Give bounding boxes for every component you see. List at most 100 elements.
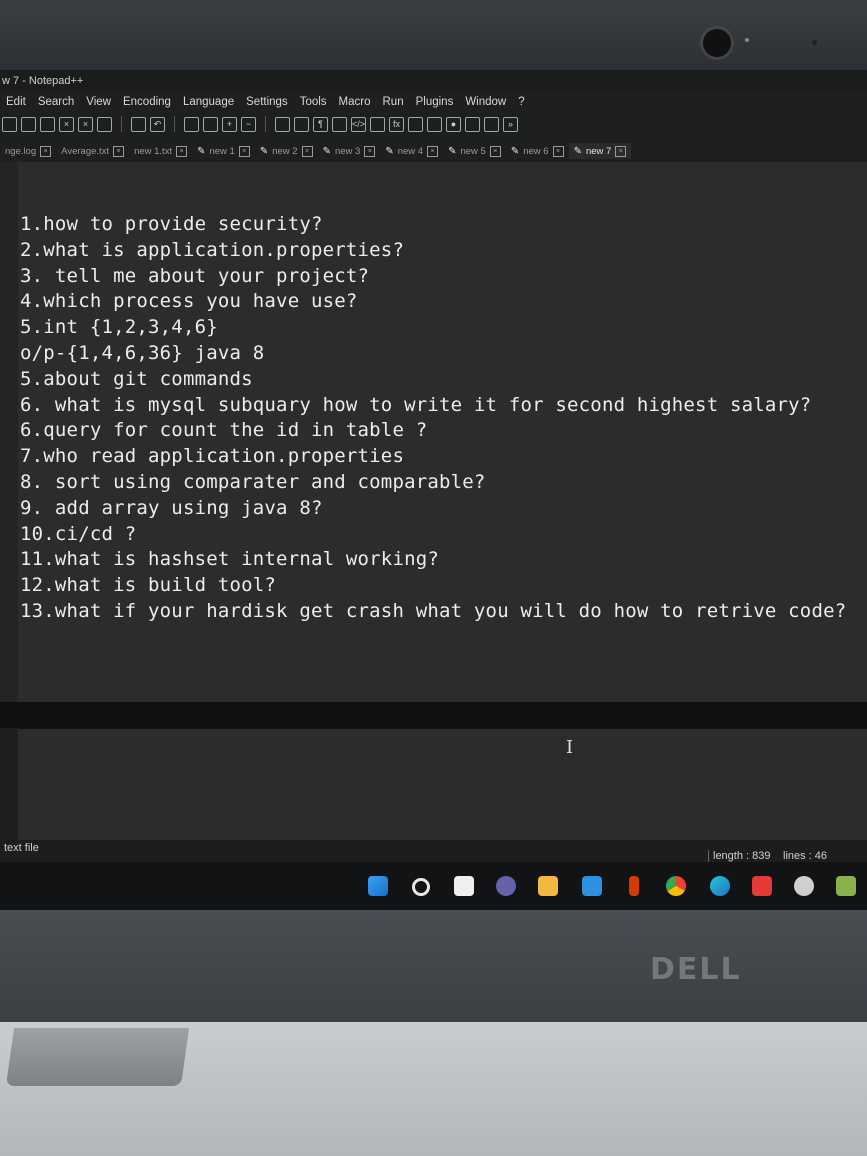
menu-tools[interactable]: Tools — [294, 92, 333, 112]
tab-label: new 5 — [460, 145, 486, 157]
menu-language[interactable]: Language — [177, 92, 240, 112]
tab-new-7[interactable]: ✎ new 7 × — [568, 143, 632, 159]
tab-nge-log[interactable]: nge.log × — [0, 143, 56, 159]
editor-lines: 1.how to provide security? 2.what is app… — [20, 212, 846, 625]
toolbar: × × ↶ + − ¶ </> fx ● » — [0, 112, 867, 136]
close-tab-icon[interactable]: × — [40, 145, 52, 157]
print-icon[interactable] — [97, 116, 112, 132]
close-icon[interactable]: × — [59, 116, 74, 132]
secondary-pane[interactable]: I — [18, 728, 867, 841]
function-list-icon[interactable]: fx — [389, 116, 404, 132]
menu-help[interactable]: ? — [512, 92, 530, 112]
tab-label: new 7 — [585, 145, 612, 157]
save-icon[interactable] — [21, 116, 36, 132]
line-number-gutter — [0, 162, 18, 702]
tab-label: Average.txt — [61, 145, 110, 157]
close-all-icon[interactable]: × — [78, 116, 93, 132]
teams-chat-icon[interactable] — [496, 876, 516, 896]
menu-search[interactable]: Search — [32, 92, 80, 112]
close-tab-icon[interactable]: × — [238, 145, 250, 157]
pane-divider[interactable] — [0, 702, 867, 728]
taskbar — [0, 862, 867, 910]
menu-run[interactable]: Run — [377, 92, 410, 112]
settings-gear-icon[interactable] — [794, 876, 814, 896]
text-editor[interactable]: 1.how to provide security? 2.what is app… — [18, 162, 867, 702]
status-bar: text file length : 839 lines : 46 — [0, 840, 867, 862]
editor-line: 9. add array using java 8? — [20, 496, 323, 519]
record-macro-icon[interactable]: ● — [446, 116, 461, 132]
notepad-plus-plus-icon[interactable] — [836, 876, 856, 896]
close-tab-icon[interactable]: × — [113, 145, 125, 157]
new-file-icon[interactable] — [2, 116, 17, 132]
word-wrap-icon[interactable] — [294, 116, 309, 132]
tab-new-5[interactable]: ✎ new 5 × — [443, 143, 506, 159]
modified-pencil-icon: ✎ — [573, 145, 582, 157]
ambient-sensor — [812, 40, 817, 45]
file-explorer-icon[interactable] — [538, 876, 558, 896]
mail-icon[interactable] — [582, 876, 602, 896]
status-file-type: text file — [4, 842, 39, 854]
editor-line: 10.ci/cd ? — [20, 522, 137, 545]
paste-icon[interactable] — [131, 116, 146, 132]
tab-label: new 1.txt — [134, 145, 173, 157]
zoom-in-icon[interactable]: + — [222, 116, 237, 132]
indent-guide-icon[interactable] — [332, 116, 347, 132]
modified-pencil-icon: ✎ — [259, 145, 269, 157]
toolbar-separator — [121, 116, 122, 132]
modified-pencil-icon: ✎ — [385, 145, 394, 157]
task-view-icon[interactable] — [454, 876, 474, 896]
xml-tag-icon[interactable]: </> — [351, 116, 366, 132]
tab-new-1-txt[interactable]: new 1.txt × — [129, 143, 192, 159]
menu-edit[interactable]: Edit — [0, 92, 32, 112]
monitoring-icon[interactable] — [427, 116, 442, 132]
media-player-icon[interactable] — [752, 876, 772, 896]
edge-icon[interactable] — [710, 876, 730, 896]
menu-encoding[interactable]: Encoding — [117, 92, 177, 112]
close-tab-icon[interactable]: × — [364, 145, 376, 157]
close-tab-icon[interactable]: × — [301, 145, 313, 157]
zoom-out-icon[interactable]: − — [241, 116, 256, 132]
chrome-icon[interactable] — [666, 876, 686, 896]
undo-icon[interactable]: ↶ — [150, 116, 165, 132]
tab-label: new 2 — [272, 145, 298, 157]
document-map-icon[interactable] — [370, 116, 385, 132]
close-tab-icon[interactable]: × — [489, 145, 501, 157]
sync-scroll-icon[interactable] — [275, 116, 290, 132]
close-tab-icon[interactable]: × — [552, 145, 564, 157]
show-all-characters-icon[interactable]: ¶ — [313, 116, 328, 132]
menu-view[interactable]: View — [80, 92, 117, 112]
menu-settings[interactable]: Settings — [240, 92, 294, 112]
close-tab-icon[interactable]: × — [615, 145, 627, 157]
tab-new-1[interactable]: ✎ new 1 × — [192, 143, 255, 159]
tab-new-4[interactable]: ✎ new 4 × — [380, 143, 443, 159]
folder-workspace-icon[interactable] — [408, 116, 423, 132]
laptop-top-bezel — [0, 0, 867, 72]
search-icon[interactable] — [412, 878, 430, 896]
windows-start-icon[interactable] — [368, 876, 388, 896]
tab-new-3[interactable]: ✎ new 3 × — [318, 143, 381, 159]
menu-window[interactable]: Window — [459, 92, 512, 112]
editor-line: 3. tell me about your project? — [20, 264, 370, 287]
tab-new-2[interactable]: ✎ new 2 × — [255, 143, 318, 159]
editor-line: 6.query for count the id in table ? — [20, 419, 428, 442]
tab-average-txt[interactable]: Average.txt × — [56, 143, 129, 159]
office-icon[interactable] — [629, 876, 639, 896]
menu-plugins[interactable]: Plugins — [410, 92, 460, 112]
save-all-icon[interactable] — [40, 116, 55, 132]
close-tab-icon[interactable]: × — [427, 145, 439, 157]
play-macro-icon[interactable] — [484, 116, 499, 132]
webcam-led — [745, 38, 749, 42]
tab-new-6[interactable]: ✎ new 6 × — [506, 143, 569, 159]
stop-macro-icon[interactable] — [465, 116, 480, 132]
run-macro-multiple-icon[interactable]: » — [503, 116, 518, 132]
laptop-bottom-bezel: DELL — [0, 910, 867, 1022]
replace-icon[interactable] — [203, 116, 218, 132]
close-tab-icon[interactable]: × — [176, 145, 188, 157]
modified-pencil-icon: ✎ — [197, 145, 206, 157]
find-icon[interactable] — [184, 116, 199, 132]
toolbar-separator — [265, 116, 266, 132]
menu-macro[interactable]: Macro — [333, 92, 377, 112]
menu-bar: Edit Search View Encoding Language Setti… — [0, 92, 867, 112]
tab-label: new 6 — [523, 145, 549, 157]
editor-line: 8. sort using comparater and comparable? — [20, 470, 486, 493]
